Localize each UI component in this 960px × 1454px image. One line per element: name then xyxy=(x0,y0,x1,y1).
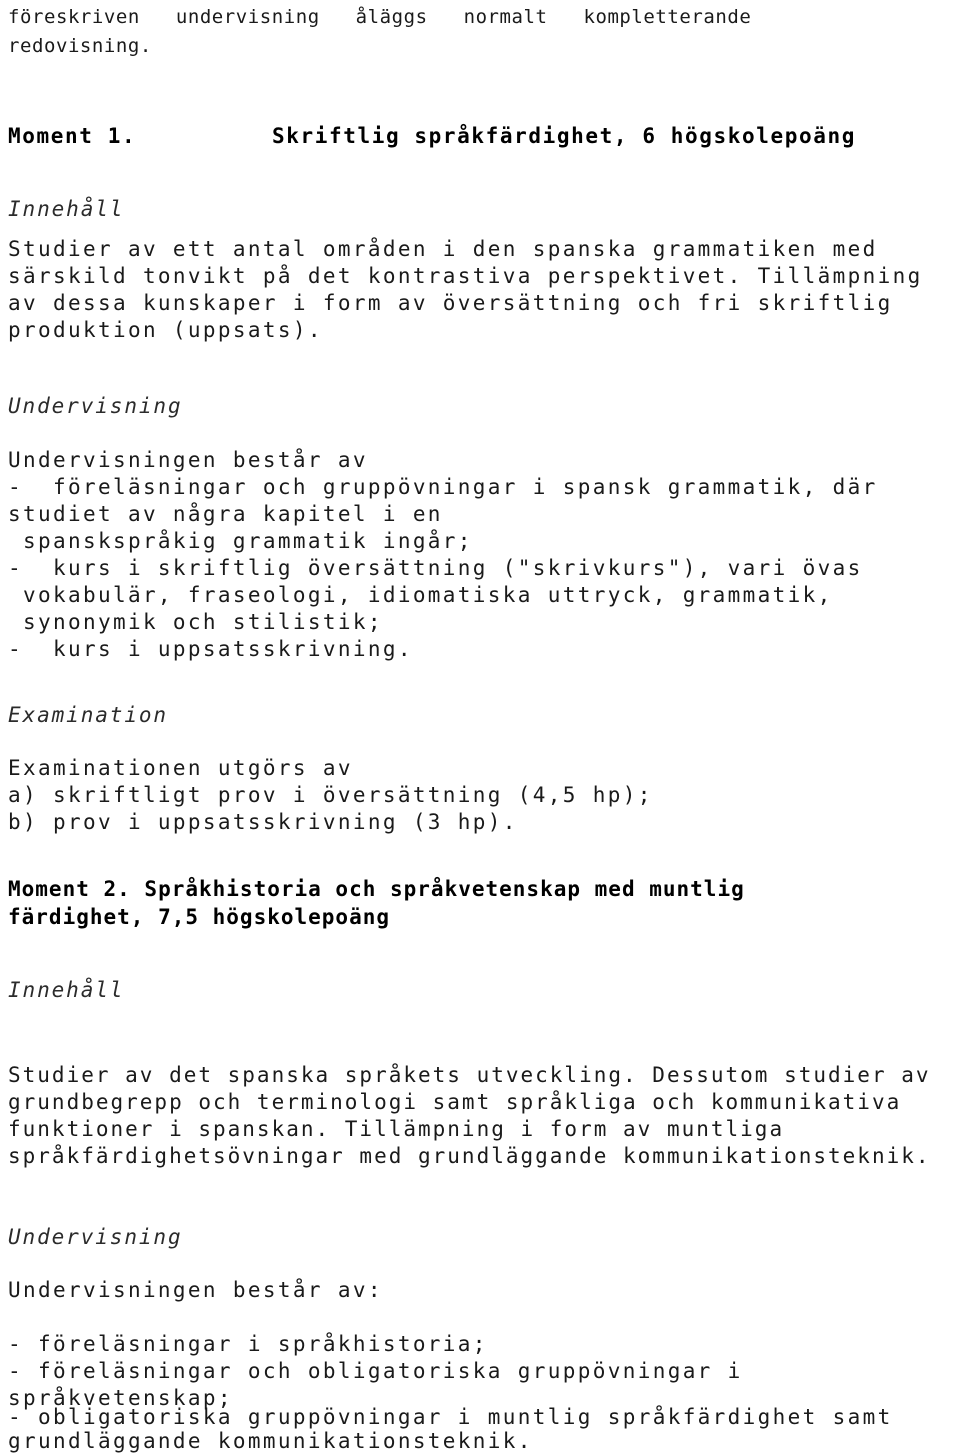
moment-1-undervisning-line-5: - kurs i skriftlig översättning ("skrivk… xyxy=(8,556,863,580)
moment-1-title: Skriftlig språkfärdighet, 6 högskolepoän… xyxy=(272,124,856,148)
moment-2-innehall-line-1: Studier av det spanska språkets utveckli… xyxy=(8,1063,931,1087)
moment-2-undervisning-line-6: grundläggande kommunikationsteknik. xyxy=(8,1429,533,1453)
moment-2-undervisning-line-2: - föreläsningar i språkhistoria; xyxy=(8,1332,488,1356)
moment-2-undervisning-heading: Undervisning xyxy=(8,1225,183,1249)
moment-1-label: Moment 1. xyxy=(8,124,137,148)
moment-1-undervisning-line-4: spanskspråkig grammatik ingår; xyxy=(8,529,473,553)
moment-1-undervisning-line-7: synonymik och stilistik; xyxy=(8,610,383,634)
moment-1-undervisning-heading: Undervisning xyxy=(8,394,183,418)
moment-2-innehall-line-4: språkfärdighetsövningar med grundläggand… xyxy=(8,1144,931,1168)
moment-1-undervisning-line-8: - kurs i uppsatsskrivning. xyxy=(8,637,413,661)
document-page: föreskriven undervisning åläggs normalt … xyxy=(0,0,960,1454)
moment-1-innehall-line-2: särskild tonvikt på det kontrastiva pers… xyxy=(8,264,923,288)
moment-1-undervisning-line-6: vokabulär, fraseologi, idiomatiska uttry… xyxy=(8,583,833,607)
moment-2-undervisning-line-3: - föreläsningar och obligatoriska gruppö… xyxy=(8,1359,743,1383)
moment-2-innehall-line-2: grundbegrepp och terminologi samt språkl… xyxy=(8,1090,902,1114)
moment-1-undervisning-line-3: studiet av några kapitel i en xyxy=(8,502,443,526)
moment-1-innehall-heading: Innehåll xyxy=(8,197,125,221)
moment-2-undervisning-line-5: - obligatoriska gruppövningar i muntlig … xyxy=(8,1405,893,1429)
intro-line-1: föreskriven undervisning åläggs normalt … xyxy=(8,6,752,28)
moment-1-examination-line-2: a) skriftligt prov i översättning (4,5 h… xyxy=(8,783,653,807)
moment-2-undervisning-line-1: Undervisningen består av: xyxy=(8,1278,383,1302)
moment-1-undervisning-line-1: Undervisningen består av xyxy=(8,448,368,472)
moment-2-title-line-1: Moment 2. Språkhistoria och språkvetensk… xyxy=(8,877,745,901)
intro-line-2: redovisning. xyxy=(8,35,152,57)
moment-2-innehall-heading: Innehåll xyxy=(8,978,125,1002)
moment-1-undervisning-line-2: - föreläsningar och gruppövningar i span… xyxy=(8,475,878,499)
moment-1-examination-line-3: b) prov i uppsatsskrivning (3 hp). xyxy=(8,810,518,834)
moment-1-innehall-line-4: produktion (uppsats). xyxy=(8,318,323,342)
moment-2-title-line-2: färdighet, 7,5 högskolepoäng xyxy=(8,905,391,929)
moment-1-innehall-line-3: av dessa kunskaper i form av översättnin… xyxy=(8,291,893,315)
moment-2-innehall-line-3: funktioner i spanskan. Tillämpning i for… xyxy=(8,1117,785,1141)
moment-1-examination-line-1: Examinationen utgörs av xyxy=(8,756,353,780)
moment-1-innehall-line-1: Studier av ett antal områden i den spans… xyxy=(8,237,878,261)
moment-1-examination-heading: Examination xyxy=(8,703,168,727)
